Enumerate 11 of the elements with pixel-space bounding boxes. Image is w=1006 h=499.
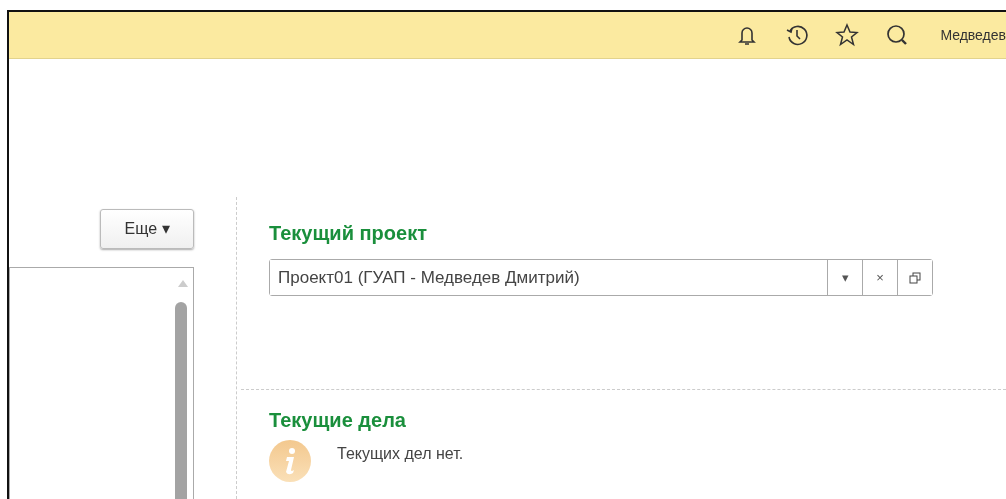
open-window-icon bbox=[909, 271, 921, 284]
open-button[interactable] bbox=[897, 260, 932, 295]
favorites-star-icon[interactable] bbox=[834, 22, 861, 48]
project-field[interactable]: Проект01 (ГУАП - Медведев Дмитрий) ▾ × bbox=[269, 259, 933, 296]
user-name[interactable]: Медведев bbox=[940, 24, 1006, 46]
more-button[interactable]: Еще ▾ bbox=[100, 209, 194, 249]
section-heading: Текущие дела bbox=[269, 408, 407, 432]
empty-message: Текущих дел нет. bbox=[337, 443, 464, 464]
info-icon bbox=[269, 439, 311, 482]
section-heading: Текущий проект bbox=[269, 221, 428, 245]
scrollbar-thumb[interactable] bbox=[175, 302, 187, 499]
